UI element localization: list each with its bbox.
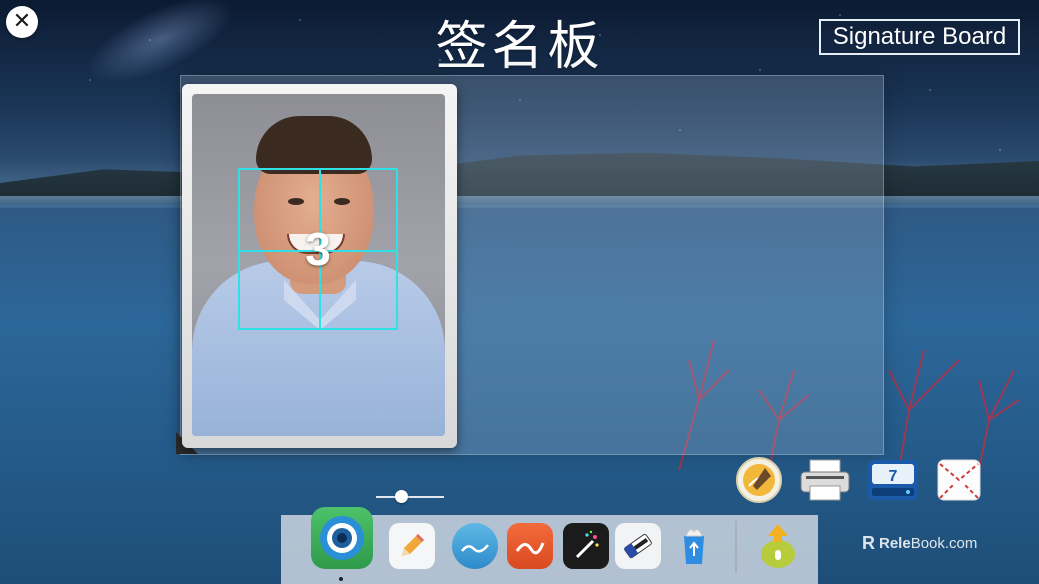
dock-pen-stroke-button[interactable] (452, 523, 498, 569)
eraser-icon (623, 533, 652, 559)
watermark-logo: R (862, 532, 875, 553)
dock-camera-button[interactable] (311, 507, 373, 569)
dock-upload-button[interactable] (755, 523, 801, 569)
save-drive-button[interactable]: 7 (866, 456, 918, 504)
active-indicator (339, 577, 343, 581)
magic-wand-icon (575, 530, 599, 559)
dock-pencil-button[interactable] (389, 523, 435, 569)
tool-dock (281, 507, 818, 584)
dock-eraser-button[interactable] (615, 523, 661, 569)
watermark: R ReleBook.com (862, 532, 977, 554)
printer-icon (800, 459, 850, 501)
slider-track (376, 496, 444, 498)
upload-icon (761, 524, 795, 568)
signature-board-button[interactable]: Signature Board (819, 19, 1020, 55)
brush-stroke-icon (515, 542, 545, 555)
size-slider[interactable] (376, 488, 444, 504)
stamp-icon (736, 457, 782, 503)
dock-trash-button[interactable] (671, 523, 717, 569)
dock-magic-wand-button[interactable] (563, 523, 609, 569)
envelope-icon (937, 459, 981, 501)
camera-icon (320, 516, 364, 560)
stamp-button[interactable] (735, 456, 783, 504)
slider-thumb[interactable] (395, 490, 408, 503)
brand-bold: Rele (879, 534, 911, 552)
dock-brush-stroke-button[interactable] (507, 523, 553, 569)
drive-label: 7 (889, 468, 898, 485)
countdown-number: 3 (305, 223, 331, 275)
dock-separator (735, 521, 737, 573)
camera-preview: 3 (192, 94, 445, 436)
pencil-icon (402, 534, 424, 556)
save-drive-icon: 7 (868, 460, 918, 500)
pen-stroke-icon (461, 544, 489, 553)
envelope-button[interactable] (936, 456, 984, 504)
brand-rest: Book.com (910, 534, 978, 552)
print-button[interactable] (798, 456, 850, 504)
watermark-brand: ReleBook.com (879, 535, 977, 552)
trash-icon (684, 529, 704, 564)
person-hair (256, 116, 372, 174)
camera-preview-frame: 3 (182, 84, 457, 448)
